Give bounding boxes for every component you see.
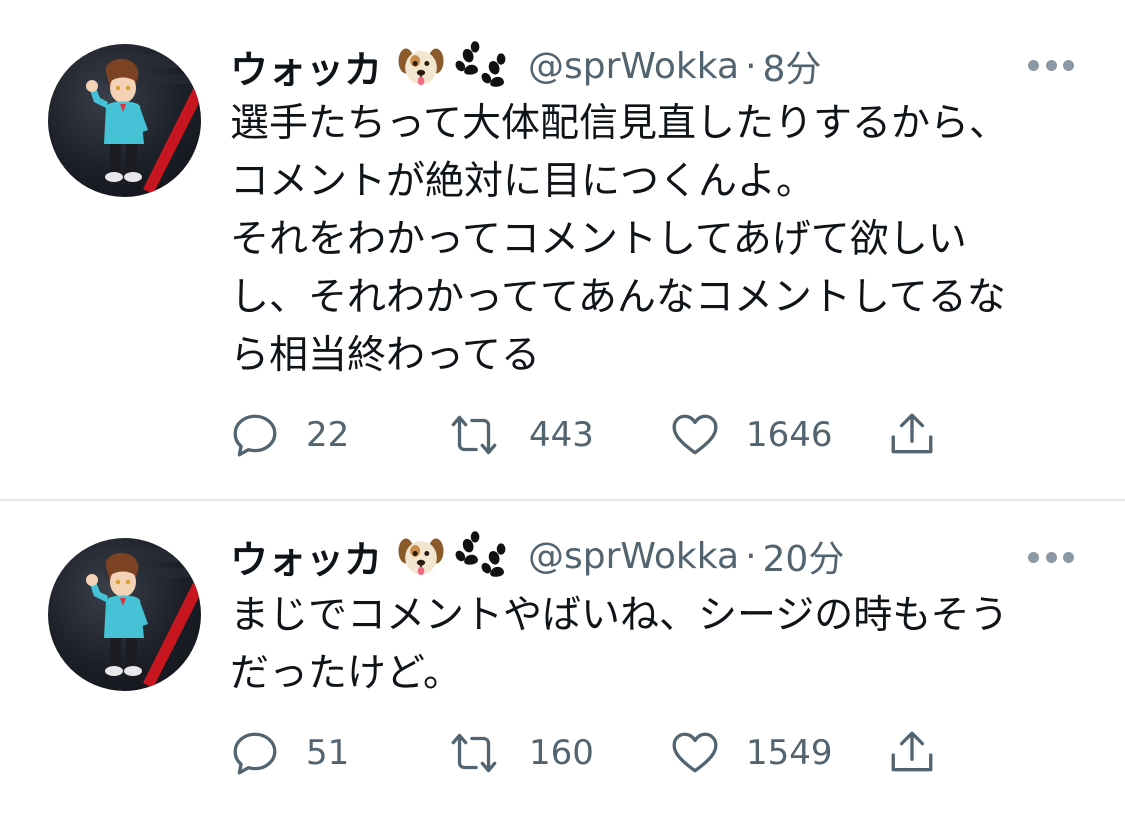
dog-face-emoji [396,531,446,581]
share-button[interactable] [887,405,937,465]
more-options-icon[interactable] [1028,58,1074,72]
like-button[interactable]: 1646 [670,405,833,465]
retweet-count: 443 [529,415,594,455]
author-name[interactable]: ウォッカ [230,529,382,584]
reply-count: 51 [306,733,350,773]
paw-prints-emoji [454,530,510,582]
heart-icon [670,410,720,460]
tweet-text-line: まじでコメントやばいね、シージの時もそう [230,593,1009,638]
avatar[interactable] [48,44,201,197]
tweet-actions: 22 443 1646 [230,405,950,465]
avatar-character-image [48,44,201,197]
avatar[interactable] [48,538,201,691]
like-button[interactable]: 1549 [670,723,833,783]
tweet-actions: 51 160 1549 [230,723,950,783]
tweet-text: まじでコメントやばいね、シージの時もそう だったけど。 [230,587,1090,703]
author-name[interactable]: ウォッカ [230,39,382,94]
timestamp[interactable]: 20分 [763,530,845,582]
author-handle[interactable]: @sprWokka [528,46,739,87]
reply-icon [230,410,280,460]
tweet-text-line: し、それわかっててあんなコメントしてるな [230,275,1006,320]
separator-dot: · [745,535,757,577]
tweet-text: 選手たちって大体配信見直したりするから、 コメントが絶対に目につくんよ。 それを… [230,95,1090,385]
tweet-header: ウォッカ @sprWokka · 8分 [230,40,821,92]
tweet[interactable]: ウォッカ @sprWokka · 20分 まじでコメントやばいね、シージの時もそ… [0,501,1125,823]
tweet-header: ウォッカ @sprWokka · 20分 [230,530,844,582]
share-icon [887,728,937,778]
share-icon [887,410,937,460]
reply-button[interactable]: 51 [230,723,349,783]
retweet-count: 160 [529,733,594,773]
share-button[interactable] [887,723,937,783]
timestamp[interactable]: 8分 [763,40,822,92]
reply-icon [230,728,280,778]
tweet-text-line: ら相当終わってる [230,333,541,378]
tweet-text-line: 選手たちって大体配信見直したりするから、 [230,101,1009,146]
retweet-icon [445,728,503,778]
like-count: 1549 [746,733,833,773]
reply-button[interactable]: 22 [230,405,349,465]
retweet-button[interactable]: 443 [445,405,594,465]
tweet-text-line: それをわかってコメントしてあげて欲しい [230,217,967,262]
paw-prints-emoji [454,40,510,92]
tweet-text-line: コメントが絶対に目につくんよ。 [230,159,816,204]
tweet-text-line: だったけど。 [230,651,463,696]
reply-count: 22 [306,415,350,455]
dog-face-emoji [396,41,446,91]
avatar-character-image [48,538,201,691]
author-handle[interactable]: @sprWokka [528,536,739,577]
retweet-button[interactable]: 160 [445,723,594,783]
separator-dot: · [745,45,757,87]
more-options-icon[interactable] [1028,550,1074,564]
like-count: 1646 [746,415,833,455]
heart-icon [670,728,720,778]
retweet-icon [445,410,503,460]
tweet[interactable]: ウォッカ @sprWokka · 8分 選手たちって大体配信見直したりするから、… [0,0,1125,500]
